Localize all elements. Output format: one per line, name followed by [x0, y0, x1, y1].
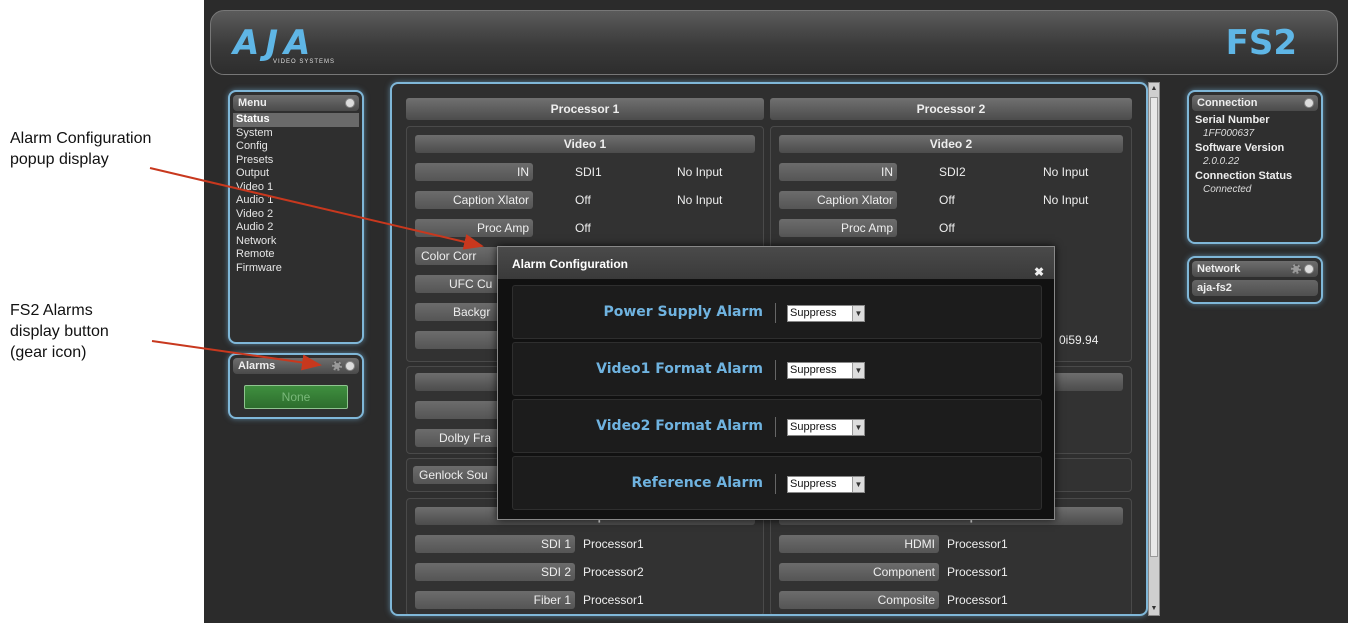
arrow-to-popup: [149, 167, 484, 250]
annotation-arrows: [149, 167, 484, 371]
arrow-to-gear: [151, 340, 322, 371]
